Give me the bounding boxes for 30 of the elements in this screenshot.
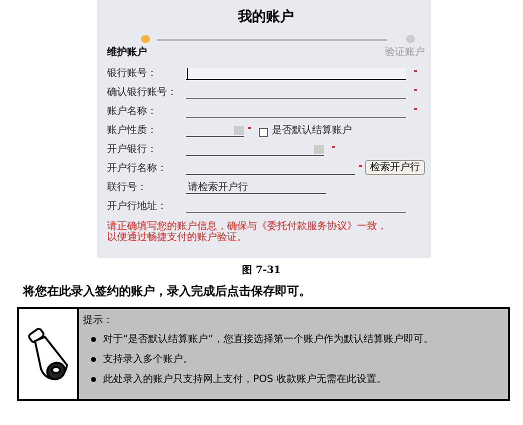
field-label: 联行号： [107, 181, 148, 194]
tip-item: 支持录入多个账户。 [103, 352, 193, 366]
field-label: 银行账号： [107, 66, 158, 80]
figure-caption: 图 7-31 [241, 264, 282, 277]
dropdown-field[interactable] [186, 125, 244, 137]
input-field[interactable] [186, 68, 406, 80]
tip-heading: 提示： [83, 314, 114, 327]
checkbox-label: 是否默认结算账户 [272, 124, 352, 137]
dropdown-field[interactable] [186, 144, 324, 156]
notice-text: 以便通过畅捷支付的账户验证。 [107, 232, 248, 243]
field-label: 开户行名称： [107, 162, 168, 175]
field-label: 开户银行： [107, 142, 158, 156]
search-bank-button[interactable]: 检索开户行 [365, 160, 425, 175]
readonly-field: 请检索开户行 [186, 182, 326, 194]
bullet-icon [91, 356, 96, 362]
tip-item: 此处录入的账户只支持网上支付，POS 收款账户无需在此设置。 [103, 372, 386, 386]
notice-text: 请正确填写您的账户信息，确保与《委托付款服务协议》一致， [107, 221, 388, 232]
checkbox[interactable] [259, 128, 268, 137]
bullet-icon [91, 376, 96, 382]
field-label: 开户行地址： [107, 200, 168, 213]
step-label: 验证账户 [385, 46, 425, 59]
bullet-icon [91, 336, 96, 342]
form-title: 我的账户 [236, 8, 295, 27]
tip-item: 对于“是否默认结算账户“，您直接选择第一个账户作为默认结算账户即可。 [103, 332, 434, 346]
body-text: 将您在此录入签约的账户，录入完成后点击保存即可。 [23, 283, 312, 300]
step-label: 维护账户 [107, 45, 147, 59]
field-label: 账户名称： [107, 104, 158, 118]
field-label: 账户性质： [107, 124, 158, 137]
megaphone-icon [25, 325, 71, 383]
field-label: 确认银行账号： [107, 86, 178, 99]
